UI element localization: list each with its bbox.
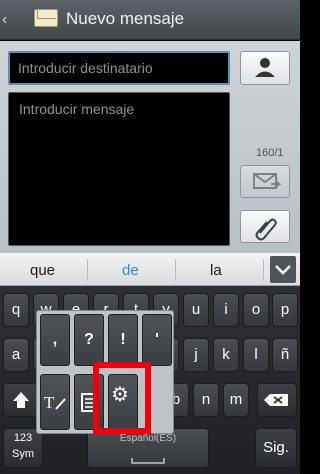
- sym-key-label-bottom: Sym: [12, 448, 34, 460]
- expand-suggestions-button[interactable]: [270, 256, 296, 283]
- paperclip-icon: [255, 218, 277, 241]
- recipient-input[interactable]: Introducir destinatario: [8, 51, 230, 85]
- space-bar-icon: [131, 458, 165, 464]
- handwriting-button[interactable]: T: [40, 374, 70, 430]
- key-a[interactable]: a: [3, 338, 29, 372]
- send-button[interactable]: [240, 165, 290, 198]
- divider: [87, 259, 88, 281]
- attach-button[interactable]: [240, 210, 290, 243]
- key-o[interactable]: o: [243, 293, 269, 327]
- contact-icon: [255, 58, 275, 77]
- sym-key[interactable]: 123 Sym: [3, 428, 43, 468]
- space-key[interactable]: Español(ES): [87, 428, 209, 468]
- key-n-tilde[interactable]: ñ: [272, 338, 298, 372]
- popup-key-comma[interactable]: ,: [40, 314, 70, 366]
- popup-key-comma-label: ,: [52, 331, 58, 348]
- character-counter: 160/1: [256, 147, 284, 159]
- popup-key-question-label: ?: [84, 331, 94, 348]
- divider: [175, 259, 176, 281]
- suggestion-la[interactable]: la: [210, 262, 222, 279]
- backspace-key[interactable]: [257, 383, 297, 417]
- page-title: Nuevo mensaje: [66, 9, 185, 28]
- envelope-icon: [34, 9, 58, 27]
- key-m[interactable]: m: [223, 383, 249, 417]
- key-u[interactable]: u: [183, 293, 209, 327]
- app-bar: ‹ Nuevo mensaje: [0, 0, 300, 40]
- divider: [263, 259, 264, 281]
- send-icon: [253, 173, 282, 189]
- key-i[interactable]: i: [213, 293, 239, 327]
- handwriting-icon: T: [44, 393, 66, 412]
- key-p[interactable]: p: [272, 293, 298, 327]
- contact-button[interactable]: [240, 51, 290, 85]
- shift-key[interactable]: [3, 383, 39, 417]
- suggestion-que[interactable]: que: [30, 262, 55, 279]
- message-input[interactable]: Introducir mensaje: [8, 92, 230, 246]
- popup-key-exclamation-label: !: [120, 331, 126, 348]
- next-key[interactable]: Sig.: [255, 428, 297, 468]
- popup-key-exclamation[interactable]: !: [108, 314, 138, 366]
- suggestion-de[interactable]: de: [122, 262, 139, 279]
- backspace-icon: [264, 394, 288, 406]
- suggestion-bar: que de la: [0, 253, 300, 286]
- back-arrow-icon[interactable]: ‹: [2, 11, 7, 29]
- settings-highlight-box: [93, 362, 151, 434]
- popup-key-apostrophe-label: ': [155, 331, 159, 348]
- popup-key-apostrophe[interactable]: ': [142, 314, 172, 366]
- key-l[interactable]: l: [243, 338, 269, 372]
- key-j[interactable]: j: [183, 338, 209, 372]
- key-n[interactable]: n: [193, 383, 219, 417]
- shift-arrow-icon: [13, 392, 29, 408]
- popup-key-question[interactable]: ?: [74, 314, 104, 366]
- svg-text:T: T: [44, 393, 55, 412]
- key-q[interactable]: q: [3, 293, 29, 327]
- key-k[interactable]: k: [213, 338, 239, 372]
- chevron-down-icon: [275, 265, 291, 275]
- compose-area: Introducir destinatario Introducir mensa…: [0, 41, 300, 253]
